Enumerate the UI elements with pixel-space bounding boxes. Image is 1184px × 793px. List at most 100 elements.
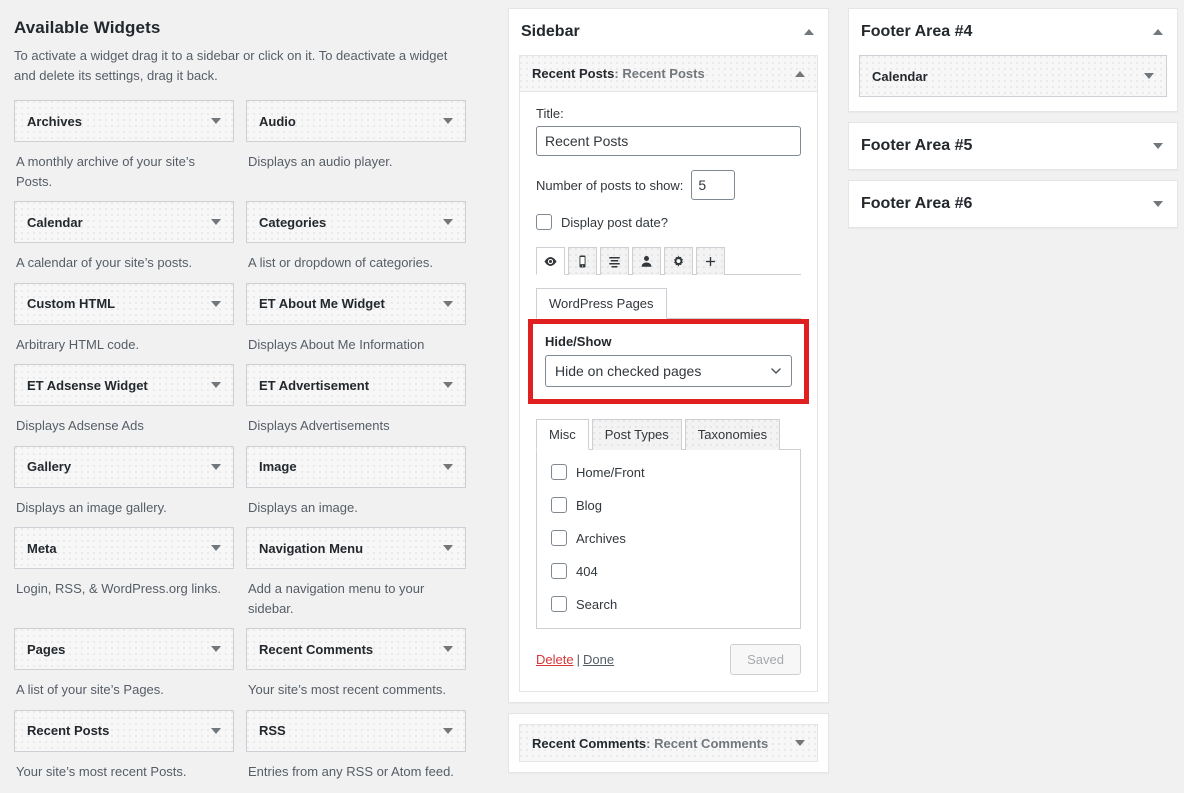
chevron-down-icon[interactable] [443, 382, 453, 388]
available-widget-header[interactable]: Pages [14, 628, 234, 670]
chevron-down-icon[interactable] [211, 464, 221, 470]
footer-area-body: Calendar [849, 55, 1177, 111]
chevron-down-icon[interactable] [211, 219, 221, 225]
available-widget-header[interactable]: ET About Me Widget [246, 283, 466, 325]
tab-post-types[interactable]: Post Types [592, 419, 682, 450]
available-widget-name: Calendar [27, 215, 83, 230]
done-link[interactable]: Done [583, 652, 614, 667]
chevron-down-icon[interactable] [1153, 201, 1163, 207]
chevron-down-icon[interactable] [1153, 143, 1163, 149]
chevron-down-icon[interactable] [443, 464, 453, 470]
available-widget-header[interactable]: Calendar [14, 201, 234, 243]
display-post-date-row[interactable]: Display post date? [536, 214, 801, 230]
chevron-down-icon[interactable] [211, 728, 221, 734]
available-widget-rss: RSSEntries from any RSS or Atom feed. [246, 710, 466, 792]
save-button[interactable]: Saved [730, 644, 801, 675]
chevron-down-icon[interactable] [1144, 73, 1154, 79]
sidebar-widget-collapsed-header[interactable]: Recent Comments: Recent Comments [520, 725, 817, 761]
available-widget-name: Recent Comments [259, 642, 373, 657]
available-widget-header[interactable]: Navigation Menu [246, 527, 466, 569]
display-post-date-label: Display post date? [561, 215, 668, 230]
footer-area-widget-name: Calendar [872, 69, 928, 84]
display-post-date-checkbox[interactable] [536, 214, 552, 230]
available-widget-et-advertisement: ET AdvertisementDisplays Advertisements [246, 364, 466, 446]
footer-area-title: Footer Area #5 [861, 137, 972, 155]
footer-area-panel-3: Footer Area #6 [848, 180, 1178, 228]
available-widget-header[interactable]: Meta [14, 527, 234, 569]
misc-item-label: Home/Front [576, 465, 645, 480]
eye-icon-button[interactable] [536, 247, 565, 275]
sidebar-widget-header[interactable]: Recent Posts: Recent Posts [520, 56, 817, 92]
chevron-up-icon[interactable] [804, 29, 814, 35]
available-widget-header[interactable]: Gallery [14, 446, 234, 488]
chevron-down-icon[interactable] [443, 646, 453, 652]
available-widget-header[interactable]: RSS [246, 710, 466, 752]
misc-item-search[interactable]: Search [551, 596, 786, 612]
available-widget-description: Entries from any RSS or Atom feed. [246, 752, 466, 792]
misc-item-checkbox[interactable] [551, 464, 567, 480]
available-widget-pages: PagesA list of your site’s Pages. [14, 628, 234, 710]
footer-area-header[interactable]: Footer Area #5 [849, 123, 1177, 169]
available-widget-header[interactable]: Audio [246, 100, 466, 142]
hide-show-select[interactable]: Hide on checked pagesShow on checked pag… [545, 355, 792, 387]
available-widget-header[interactable]: ET Advertisement [246, 364, 466, 406]
available-widget-header[interactable]: Custom HTML [14, 283, 234, 325]
available-widget-header[interactable]: Categories [246, 201, 466, 243]
chevron-down-icon[interactable] [211, 301, 221, 307]
misc-item-checkbox[interactable] [551, 563, 567, 579]
chevron-down-icon[interactable] [443, 301, 453, 307]
align-icon-button[interactable] [600, 247, 629, 275]
chevron-down-icon[interactable] [211, 646, 221, 652]
sidebar-widget-body: Title: Number of posts to show: Display … [520, 92, 817, 691]
chevron-down-icon[interactable] [443, 545, 453, 551]
misc-tab-strip: Misc Post Types Taxonomies [536, 418, 801, 450]
available-widget-header[interactable]: ET Adsense Widget [14, 364, 234, 406]
plus-icon-button[interactable] [696, 247, 725, 275]
widget-logic-icon-toolbar [536, 246, 801, 275]
misc-item-checkbox[interactable] [551, 596, 567, 612]
gear-icon-button[interactable] [664, 247, 693, 275]
misc-item-checkbox[interactable] [551, 497, 567, 513]
page-title: Available Widgets [14, 18, 464, 38]
footer-area-panel-1: Footer Area #4 Calendar [848, 8, 1178, 112]
available-widget-header[interactable]: Recent Comments [246, 628, 466, 670]
user-icon-button[interactable] [632, 247, 661, 275]
available-widget-description: Displays Advertisements [246, 406, 466, 446]
tab-label: WordPress Pages [549, 296, 654, 311]
footer-area-header[interactable]: Footer Area #6 [849, 181, 1177, 227]
chevron-up-icon[interactable] [795, 71, 805, 77]
tab-misc[interactable]: Misc [536, 419, 589, 450]
available-widget-header[interactable]: Recent Posts [14, 710, 234, 752]
misc-item-404[interactable]: 404 [551, 563, 786, 579]
misc-item-archives[interactable]: Archives [551, 530, 786, 546]
sidebar-panel-header[interactable]: Sidebar [509, 9, 828, 55]
misc-item-checkbox[interactable] [551, 530, 567, 546]
chevron-down-icon[interactable] [795, 740, 805, 746]
posts-count-input[interactable] [691, 170, 735, 200]
plus-icon [703, 254, 718, 269]
posts-count-row: Number of posts to show: [536, 170, 801, 200]
tab-wordpress-pages[interactable]: WordPress Pages [536, 288, 667, 319]
footer-area-widget[interactable]: Calendar [859, 55, 1167, 97]
misc-item-home-front[interactable]: Home/Front [551, 464, 786, 480]
chevron-down-icon[interactable] [443, 219, 453, 225]
available-widget-header[interactable]: Image [246, 446, 466, 488]
misc-item-blog[interactable]: Blog [551, 497, 786, 513]
chevron-down-icon[interactable] [443, 118, 453, 124]
chevron-down-icon[interactable] [443, 728, 453, 734]
chevron-down-icon[interactable] [211, 545, 221, 551]
tab-label: Post Types [605, 427, 669, 442]
available-widget-description: Add a navigation menu to your sidebar. [246, 569, 466, 628]
chevron-down-icon[interactable] [211, 382, 221, 388]
tab-label: Taxonomies [698, 427, 767, 442]
tab-taxonomies[interactable]: Taxonomies [685, 419, 780, 450]
footer-area-header[interactable]: Footer Area #4 [849, 9, 1177, 55]
chevron-up-icon[interactable] [1153, 29, 1163, 35]
mobile-icon-button[interactable] [568, 247, 597, 275]
sidebar-panel-title: Sidebar [521, 23, 580, 41]
chevron-down-icon[interactable] [211, 118, 221, 124]
available-widget-header[interactable]: Archives [14, 100, 234, 142]
sidebar-column: Sidebar Recent Posts: Recent Posts Title… [508, 8, 829, 783]
title-input[interactable] [536, 126, 801, 156]
delete-link[interactable]: Delete [536, 652, 574, 667]
